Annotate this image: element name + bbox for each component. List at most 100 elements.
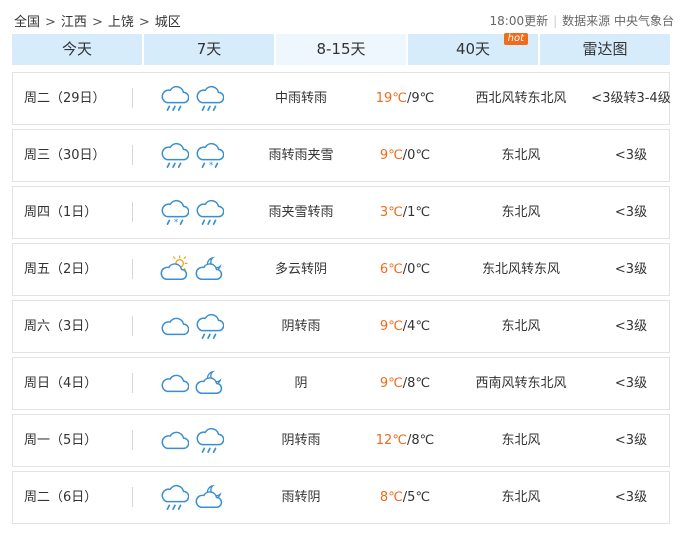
cloud-rain-icon [194, 426, 225, 454]
temperature: 3℃/1℃ [355, 187, 455, 238]
high-temp: 9℃ [379, 376, 403, 391]
forecast-row: 周二（29日） 中雨转雨 19℃/9℃ 西北风转东北风 <3级转3-4级 [12, 72, 671, 125]
divider [132, 487, 133, 507]
tab-8-15-days[interactable]: 8-15天 [276, 34, 406, 65]
forecast-date: 周日（4日） [24, 376, 98, 391]
low-temp: /8℃ [402, 376, 431, 391]
divider [132, 145, 133, 165]
update-time: 18:00更新 [489, 14, 549, 28]
low-temp: /0℃ [402, 262, 431, 277]
tab-label: 今天 [61, 40, 92, 58]
high-temp: 19℃ [375, 91, 407, 106]
wind-level: <3级转3-4级 [591, 91, 671, 106]
temperature: 9℃/4℃ [355, 301, 455, 352]
low-temp: /4℃ [402, 319, 431, 334]
tab-40-days[interactable]: 40天 hot [408, 33, 538, 65]
cloud-rain-icon [159, 483, 190, 511]
high-temp: 12℃ [375, 433, 407, 448]
tab-today[interactable]: 今天 [12, 34, 142, 65]
cloud-icon [159, 369, 190, 397]
divider [132, 373, 133, 393]
tab-label: 8-15天 [316, 40, 366, 58]
divider: | [553, 14, 558, 28]
wind-level: <3级 [614, 148, 648, 163]
tab-7-days[interactable]: 7天 [144, 34, 274, 65]
forecast-row: 周六（3日） 阴转雨 9℃/4℃ 东北风 <3级 [12, 300, 670, 353]
cloud-rain-icon [159, 84, 190, 112]
cloud-rain-icon [159, 141, 190, 169]
update-info: 18:00更新 | 数据来源 中央气象台 [490, 12, 674, 29]
temperature: 6℃/0℃ [355, 244, 455, 295]
high-temp: 9℃ [379, 148, 403, 163]
cloud-icon [159, 312, 190, 340]
wind-direction: 西南风转东北风 [475, 376, 567, 391]
breadcrumb: 全国 > 江西 > 上饶 > 城区 [14, 11, 181, 30]
divider [132, 316, 133, 336]
hot-badge: hot [503, 33, 528, 45]
cloud-sleet-icon: * [194, 141, 225, 170]
partly-cloudy-moon-icon [194, 255, 224, 283]
tab-radar[interactable]: 雷达图 [540, 34, 670, 65]
forecast-row: 周日（4日） 阴 9℃/8℃ 西南风转东北风 <3级 [12, 357, 670, 410]
high-temp: 3℃ [379, 205, 403, 220]
svg-text:*: * [209, 160, 213, 169]
low-temp: /5℃ [402, 490, 431, 505]
cloud-sleet-icon: * [159, 198, 190, 227]
weather-description: 中雨转雨 [274, 91, 327, 106]
low-temp: /9℃ [406, 91, 435, 106]
partly-cloudy-sun-icon [159, 255, 189, 283]
forecast-date: 周五（2日） [24, 262, 98, 277]
wind-level: <3级 [614, 433, 648, 448]
wind-level: <3级 [614, 262, 648, 277]
forecast-date: 周六（3日） [24, 319, 98, 334]
divider [132, 202, 133, 222]
breadcrumb-item-country[interactable]: 全国 [14, 11, 40, 30]
weather-description: 多云转阴 [274, 262, 327, 277]
weather-description: 雨夹雪转雨 [268, 205, 334, 220]
breadcrumb-separator: > [138, 15, 150, 30]
low-temp: /1℃ [402, 205, 431, 220]
wind-level: <3级 [614, 376, 648, 391]
wind-level: <3级 [614, 205, 648, 220]
tab-label: 雷达图 [582, 40, 628, 58]
divider [132, 259, 133, 279]
top-bar: 全国 > 江西 > 上饶 > 城区 18:00更新 | 数据来源 中央气象台 [0, 0, 687, 34]
cloud-rain-icon [194, 84, 225, 112]
tab-label: 40天 [455, 40, 491, 58]
tab-label: 7天 [196, 40, 222, 58]
weather-description: 阴转雨 [281, 319, 321, 334]
breadcrumb-item-province[interactable]: 江西 [61, 11, 87, 30]
weather-description: 雨转雨夹雪 [268, 148, 334, 163]
wind-direction: 东北风 [501, 205, 541, 220]
divider [132, 88, 133, 108]
breadcrumb-item-city[interactable]: 上饶 [108, 11, 134, 30]
weather-description: 雨转阴 [281, 490, 321, 505]
high-temp: 6℃ [379, 262, 403, 277]
partly-cloudy-moon-icon [194, 369, 224, 397]
high-temp: 8℃ [379, 490, 403, 505]
high-temp: 9℃ [379, 319, 403, 334]
cloud-icon [159, 426, 190, 454]
cloud-rain-icon [194, 198, 225, 226]
temperature: 19℃/9℃ [355, 73, 455, 124]
forecast-date: 周二（6日） [24, 490, 98, 505]
wind-direction: 东北风 [501, 319, 541, 334]
wind-direction: 东北风 [501, 433, 541, 448]
wind-level: <3级 [614, 490, 648, 505]
low-temp: /8℃ [406, 433, 435, 448]
data-source: 数据来源 中央气象台 [562, 14, 674, 28]
forecast-date: 周三（30日） [24, 148, 106, 163]
low-temp: /0℃ [402, 148, 431, 163]
wind-level: <3级 [614, 319, 648, 334]
divider [132, 430, 133, 450]
wind-direction: 东北风转东风 [481, 262, 560, 277]
forecast-row: 周四（1日） * 雨夹雪转雨 3℃/1℃ 东北风 <3级 [12, 186, 670, 239]
forecast-row: 周三（30日） * 雨转雨夹雪 9℃/0℃ 东北风 <3级 [12, 129, 670, 182]
temperature: 8℃/5℃ [355, 472, 455, 523]
forecast-row: 周一（5日） 阴转雨 12℃/8℃ 东北风 <3级 [12, 414, 670, 467]
forecast-date: 周四（1日） [24, 205, 98, 220]
weather-description: 阴转雨 [281, 433, 321, 448]
breadcrumb-separator: > [91, 15, 103, 30]
temperature: 12℃/8℃ [355, 415, 455, 466]
temperature: 9℃/0℃ [355, 130, 455, 181]
